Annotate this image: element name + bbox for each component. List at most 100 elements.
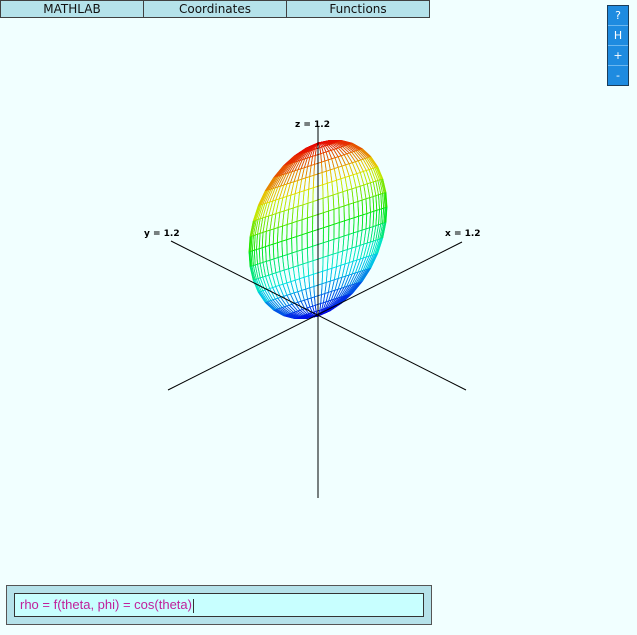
mesh-segment (352, 246, 357, 262)
mesh-segment (277, 255, 283, 258)
mesh-segment (283, 196, 288, 212)
mesh-segment (312, 258, 319, 262)
mesh-segment (348, 163, 354, 175)
mesh-segment (309, 165, 312, 177)
mesh-segment (323, 293, 326, 303)
mesh-segment (317, 197, 324, 201)
x-axis (167, 241, 463, 391)
mesh-segment (317, 227, 324, 230)
mesh-segment (277, 240, 283, 244)
mesh-segment (366, 169, 370, 171)
mesh-segment (382, 178, 387, 193)
mesh-segment (252, 250, 254, 266)
mesh-segment (262, 202, 268, 219)
mesh-segment (328, 158, 332, 161)
mesh-segment (301, 288, 306, 291)
mesh-segment (338, 235, 345, 239)
mesh-segment (307, 298, 311, 308)
plot-canvas[interactable]: z = 1.2 y = 1.2 x = 1.2 (0, 0, 637, 585)
mesh-segment (288, 207, 294, 210)
mesh-segment (343, 204, 349, 207)
mesh-segment (272, 272, 277, 275)
mesh-segment (291, 304, 299, 312)
mesh-segment (332, 193, 339, 196)
mesh-segment (312, 244, 319, 247)
z-axis-label: z = 1.2 (295, 120, 330, 130)
mesh-segment (359, 172, 365, 186)
mesh-segment (291, 252, 294, 268)
mesh-segment (338, 165, 343, 168)
mesh-segment (363, 184, 367, 199)
mesh-segment (258, 233, 261, 249)
mesh-segment (345, 164, 350, 177)
mesh-segment (297, 291, 302, 302)
mesh-segment (310, 296, 315, 299)
mesh-segment (282, 210, 285, 227)
mesh-segment (331, 254, 334, 269)
mesh-segment (293, 206, 299, 209)
mesh-segment (370, 168, 377, 182)
mesh-segment (296, 206, 299, 222)
mesh-segment (327, 267, 333, 271)
mesh-segment (327, 253, 334, 257)
mesh-segment (286, 237, 292, 241)
mesh-segment (259, 263, 264, 278)
function-input[interactable]: rho = f(theta, phi) = cos(theta) (14, 593, 424, 617)
mesh-segment (313, 284, 319, 287)
mesh-segment (353, 231, 359, 234)
mesh-segment (344, 249, 348, 264)
mesh-segment (302, 202, 309, 206)
mesh-segment (334, 166, 339, 169)
mesh-segment (337, 147, 345, 155)
mesh-segment (253, 250, 256, 266)
mesh-segment (353, 201, 359, 204)
mesh-segment (340, 155, 346, 166)
mesh-segment (272, 186, 279, 202)
mesh-segment (290, 281, 295, 294)
mesh-segment (269, 243, 274, 246)
mesh-segment (277, 257, 281, 272)
mesh-segment (317, 212, 324, 215)
mesh-segment (332, 194, 335, 210)
mesh-segment (348, 232, 354, 235)
mesh-segment (303, 300, 308, 309)
mesh-segment (302, 190, 305, 205)
mesh-segment (333, 222, 340, 225)
mesh-segment (337, 155, 342, 158)
mesh-segment (375, 210, 378, 226)
mesh-segment (325, 292, 329, 302)
mesh-segment (286, 281, 292, 284)
mesh-segment (378, 194, 380, 210)
mesh-segment (348, 219, 350, 235)
mesh-segment (314, 296, 316, 306)
mesh-segment (297, 263, 304, 266)
mesh-segment (328, 223, 335, 227)
mesh-segment (339, 220, 345, 223)
mesh-segment (268, 230, 271, 246)
mesh-segment (370, 210, 374, 213)
mesh-segment (325, 171, 328, 184)
mesh-segment (368, 240, 374, 257)
mesh-segment (333, 207, 340, 210)
mesh-segment (296, 251, 299, 266)
mesh-segment (362, 213, 367, 216)
mesh-segment (294, 180, 299, 194)
mesh-segment (369, 197, 371, 213)
mesh-segment (265, 274, 269, 277)
mesh-segment (330, 168, 335, 171)
mesh-segment (365, 197, 370, 200)
mesh-segment (327, 181, 333, 184)
mesh-segment (307, 230, 313, 234)
mesh-segment (382, 193, 384, 209)
mesh-segment (259, 217, 264, 234)
mesh-segment (312, 229, 319, 232)
mesh-segment (343, 234, 349, 237)
mesh-segment (351, 162, 358, 174)
mesh-segment (322, 196, 329, 199)
mesh-segment (299, 276, 305, 280)
mesh-segment (312, 274, 315, 287)
mesh-segment (372, 225, 377, 242)
mesh-segment (312, 214, 319, 217)
mesh-segment (310, 156, 313, 166)
mesh-segment (301, 232, 308, 236)
